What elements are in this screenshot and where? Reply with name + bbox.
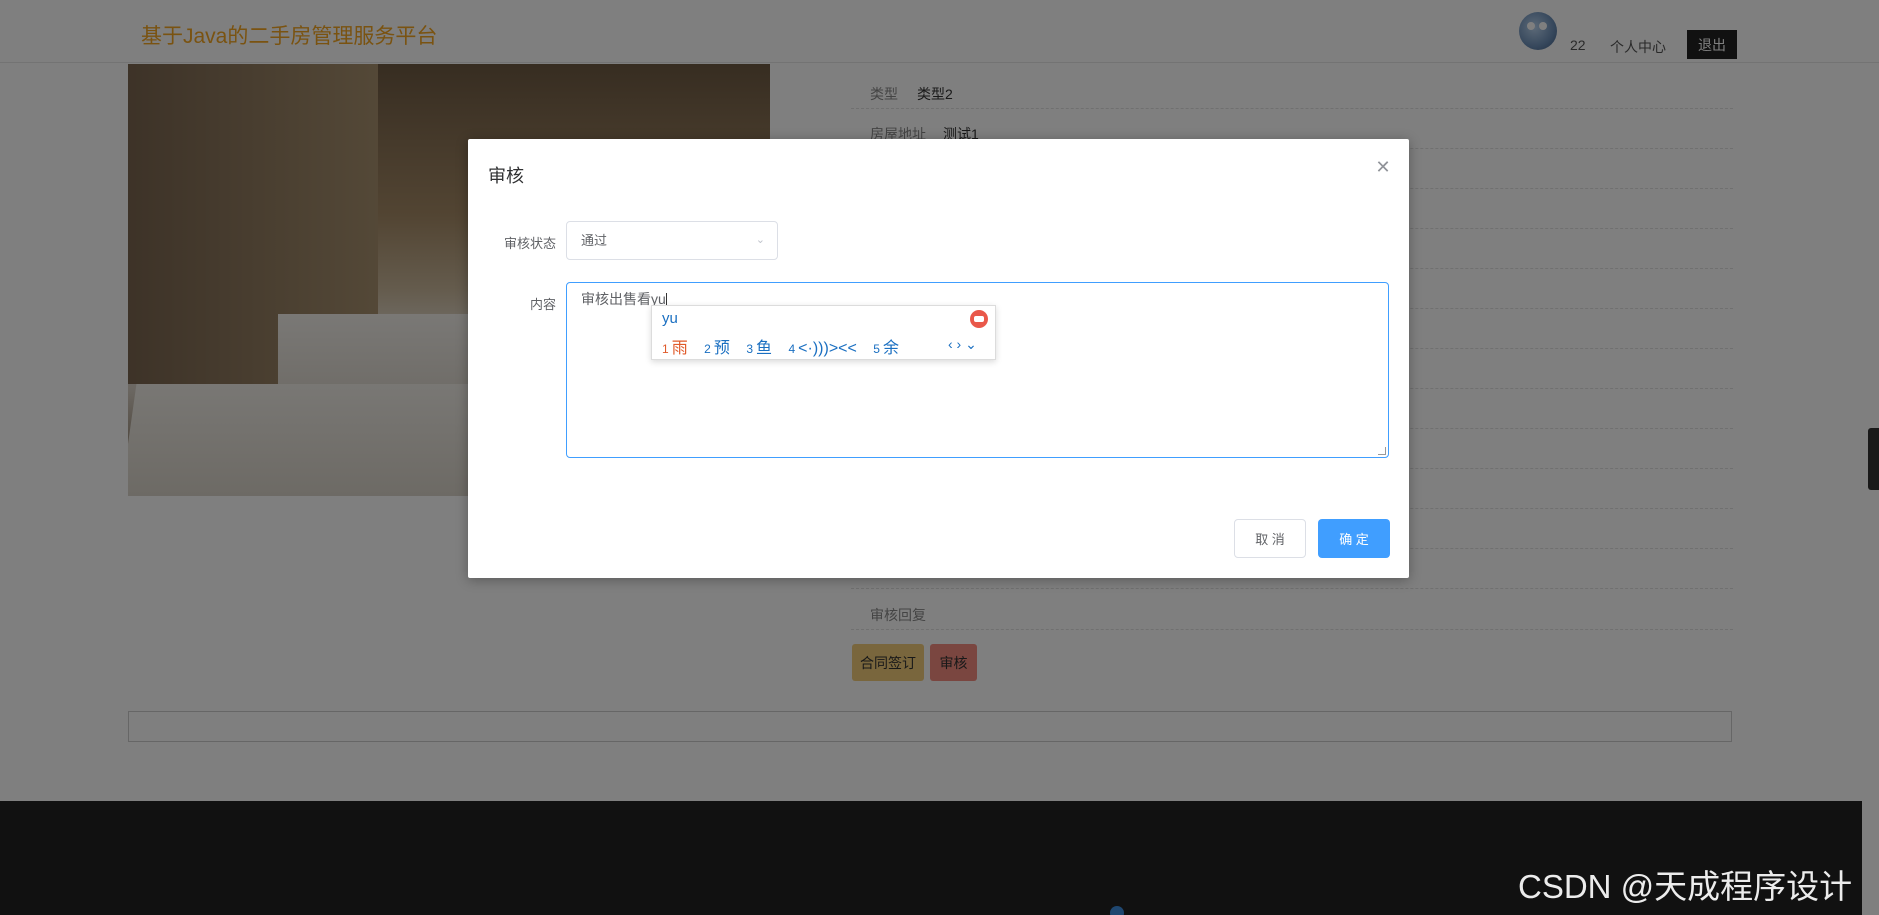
- ime-logo-icon: [970, 310, 988, 328]
- status-select-value: 通过: [581, 233, 608, 248]
- watermark: CSDN @天成程序设计: [1518, 868, 1853, 905]
- ime-composition: yu: [662, 310, 678, 327]
- ime-candidate[interactable]: 4 <·)))><<: [788, 340, 856, 357]
- status-select[interactable]: 通过 ⌄: [566, 221, 778, 260]
- ime-candidate[interactable]: 1雨: [662, 340, 688, 357]
- resize-handle[interactable]: [1378, 447, 1386, 455]
- cancel-button[interactable]: 取 消: [1234, 519, 1306, 558]
- dialog-title: 审核: [488, 166, 524, 186]
- ime-candidate[interactable]: 3鱼: [746, 340, 772, 357]
- chevron-down-icon: ⌄: [755, 234, 765, 246]
- status-label: 审核状态: [503, 236, 556, 251]
- close-icon[interactable]: ✕: [1373, 157, 1393, 177]
- ime-candidates: 1雨 2预 3鱼 4 <·)))><< 5余: [662, 334, 911, 358]
- confirm-button[interactable]: 确 定: [1318, 519, 1390, 558]
- ime-candidate[interactable]: 2预: [704, 340, 730, 357]
- review-dialog: 审核 ✕ 审核状态 通过 ⌄ 内容 审核出售看yu yu 1雨 2预 3鱼 4 <…: [468, 139, 1409, 578]
- ime-candidate[interactable]: 5余: [873, 340, 899, 357]
- content-label: 内容: [529, 297, 556, 312]
- ime-candidate-popup: yu 1雨 2预 3鱼 4 <·)))><< 5余 ‹ › ⌄: [651, 305, 996, 360]
- ime-page-nav[interactable]: ‹ › ⌄: [948, 336, 977, 353]
